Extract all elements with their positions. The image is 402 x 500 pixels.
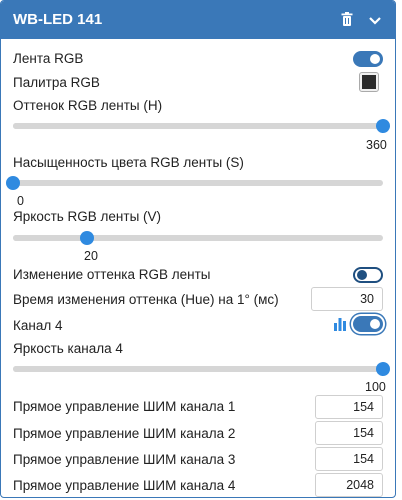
- hue-time-input[interactable]: 30: [311, 287, 383, 311]
- channel4-brightness-slider[interactable]: [13, 362, 390, 376]
- panel-header: WB-LED 141: [1, 1, 395, 39]
- slider-thumb[interactable]: [376, 119, 390, 133]
- toggle-knob: [357, 270, 367, 280]
- pwm1-input[interactable]: 154: [315, 395, 383, 419]
- device-panel: WB-LED 141 Лента RGB Палитра RGB Оттенок…: [0, 0, 396, 498]
- slider-fill: [13, 123, 383, 129]
- slider-thumb[interactable]: [80, 231, 94, 245]
- hue-time-label: Время изменения оттенка (Hue) на 1° (мс): [13, 292, 279, 307]
- slider-fill: [13, 366, 383, 372]
- channel4-toggle[interactable]: [353, 316, 383, 332]
- chevron-down-icon[interactable]: [365, 10, 385, 30]
- pwm3-label: Прямое управление ШИМ канала 3: [13, 452, 236, 467]
- saturation-value: 0: [17, 194, 24, 208]
- hue-value: 360: [366, 138, 387, 152]
- pwm2-input[interactable]: 154: [315, 421, 383, 445]
- brightness-value: 20: [84, 249, 98, 263]
- lenta-rgb-label: Лента RGB: [13, 51, 84, 66]
- hue-change-toggle[interactable]: [353, 267, 383, 283]
- toggle-knob: [370, 319, 380, 329]
- hue-change-label: Изменение оттенка RGB ленты: [13, 267, 211, 282]
- hue-slider[interactable]: [13, 119, 390, 133]
- device-title: WB-LED 141: [13, 11, 103, 28]
- saturation-slider[interactable]: [6, 176, 383, 190]
- saturation-label: Насыщенность цвета RGB ленты (S): [13, 155, 244, 170]
- brightness-label: Яркость RGB ленты (V): [13, 209, 162, 224]
- channel4-brightness-label: Яркость канала 4: [13, 341, 123, 356]
- slider-fill: [13, 235, 87, 241]
- toggle-knob: [370, 54, 380, 64]
- lenta-rgb-toggle[interactable]: [353, 51, 383, 67]
- pwm2-label: Прямое управление ШИМ канала 2: [13, 426, 236, 441]
- pwm3-input[interactable]: 154: [315, 447, 383, 471]
- slider-thumb[interactable]: [6, 176, 20, 190]
- trash-icon[interactable]: [337, 10, 357, 30]
- hue-label: Оттенок RGB ленты (H): [13, 98, 163, 113]
- color-swatch: [362, 75, 376, 89]
- pwm4-label: Прямое управление ШИМ канала 4: [13, 478, 236, 493]
- brightness-slider[interactable]: [13, 231, 383, 245]
- channel4-label: Канал 4: [13, 318, 63, 333]
- bar-chart-icon[interactable]: [333, 317, 347, 331]
- slider-thumb[interactable]: [376, 362, 390, 376]
- palitra-rgb-label: Палитра RGB: [13, 75, 100, 90]
- pwm4-input[interactable]: 2048: [315, 473, 383, 497]
- pwm1-label: Прямое управление ШИМ канала 1: [13, 399, 236, 414]
- color-picker-button[interactable]: [359, 72, 379, 92]
- channel4-brightness-value: 100: [365, 380, 386, 394]
